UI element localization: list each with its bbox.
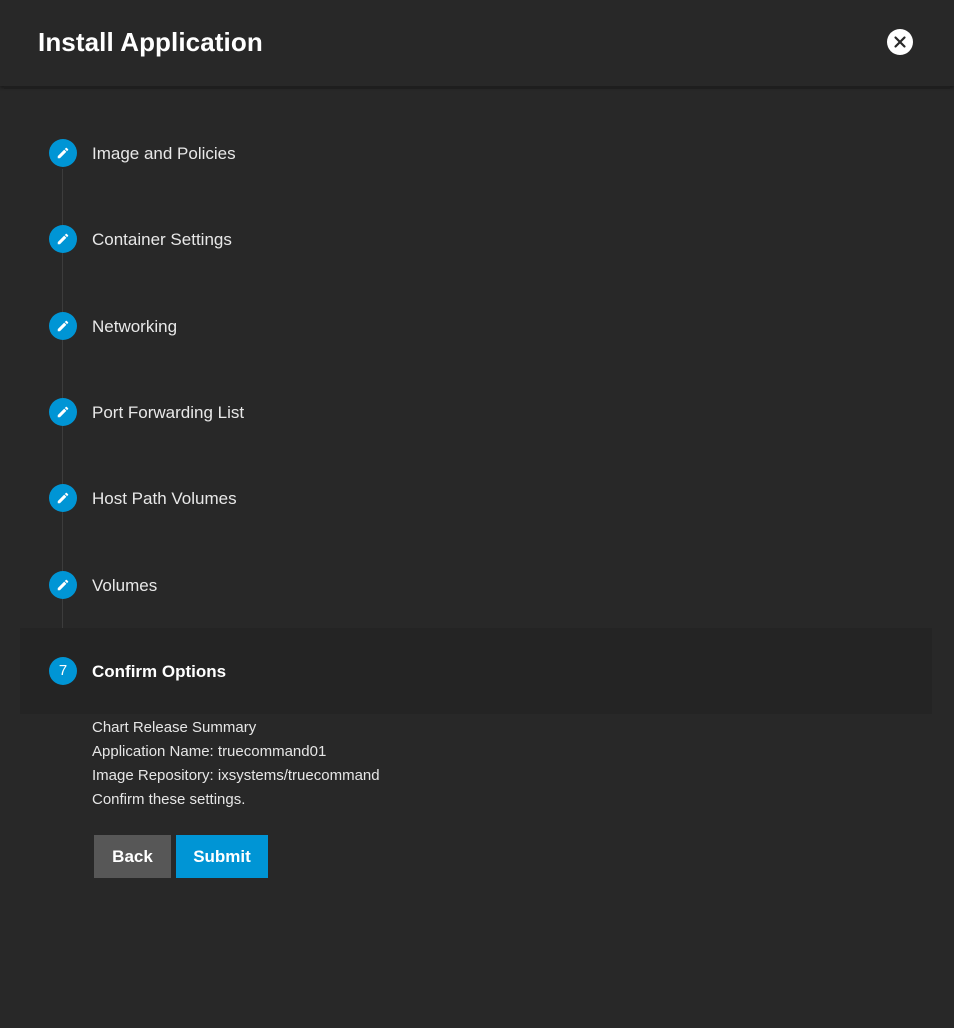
pencil-icon bbox=[57, 406, 69, 418]
step-label: Volumes bbox=[92, 576, 158, 595]
step-edit-badge bbox=[49, 312, 77, 340]
step-volumes[interactable]: Volumes bbox=[20, 542, 932, 628]
pencil-icon bbox=[57, 492, 69, 504]
step-label: Image and Policies bbox=[92, 144, 236, 163]
step-label: Container Settings bbox=[92, 230, 232, 249]
step-edit-badge bbox=[49, 398, 77, 426]
header-divider bbox=[4, 86, 950, 89]
step-container-settings[interactable]: Container Settings bbox=[20, 196, 932, 282]
step-label: Confirm Options bbox=[92, 662, 227, 681]
submit-button[interactable]: Submit bbox=[176, 835, 268, 878]
confirm-summary: Chart Release Summary Application Name: … bbox=[92, 716, 380, 812]
step-label: Networking bbox=[92, 317, 178, 336]
summary-confirm-text: Confirm these settings. bbox=[92, 791, 246, 808]
summary-heading: Chart Release Summary bbox=[92, 719, 257, 736]
step-label: Port Forwarding List bbox=[92, 403, 245, 422]
close-button[interactable] bbox=[887, 29, 913, 55]
summary-image-repository: Image Repository: ixsystems/truecommand bbox=[92, 767, 380, 784]
back-button[interactable]: Back bbox=[94, 835, 171, 878]
step-edit-badge bbox=[49, 571, 77, 599]
step-image-and-policies[interactable]: Image and Policies bbox=[20, 110, 932, 196]
pencil-icon bbox=[57, 147, 69, 159]
step-edit-badge bbox=[49, 225, 77, 253]
step-confirm-options[interactable]: 7 Confirm Options bbox=[20, 628, 932, 714]
step-number-badge: 7 bbox=[49, 657, 77, 685]
close-icon bbox=[894, 36, 906, 48]
pencil-icon bbox=[57, 579, 69, 591]
dialog-title: Install Application bbox=[38, 27, 263, 57]
dialog-header: Install Application bbox=[0, 0, 954, 86]
step-edit-badge bbox=[49, 484, 77, 512]
pencil-icon bbox=[57, 320, 69, 332]
summary-application-name: Application Name: truecommand01 bbox=[92, 743, 327, 760]
step-host-path-volumes[interactable]: Host Path Volumes bbox=[20, 455, 932, 541]
step-edit-badge bbox=[49, 139, 77, 167]
step-networking[interactable]: Networking bbox=[20, 283, 932, 369]
pencil-icon bbox=[57, 233, 69, 245]
step-port-forwarding-list[interactable]: Port Forwarding List bbox=[20, 369, 932, 455]
step-label: Host Path Volumes bbox=[92, 489, 237, 508]
install-application-dialog: Install Application Image and Policies C… bbox=[0, 0, 954, 1028]
